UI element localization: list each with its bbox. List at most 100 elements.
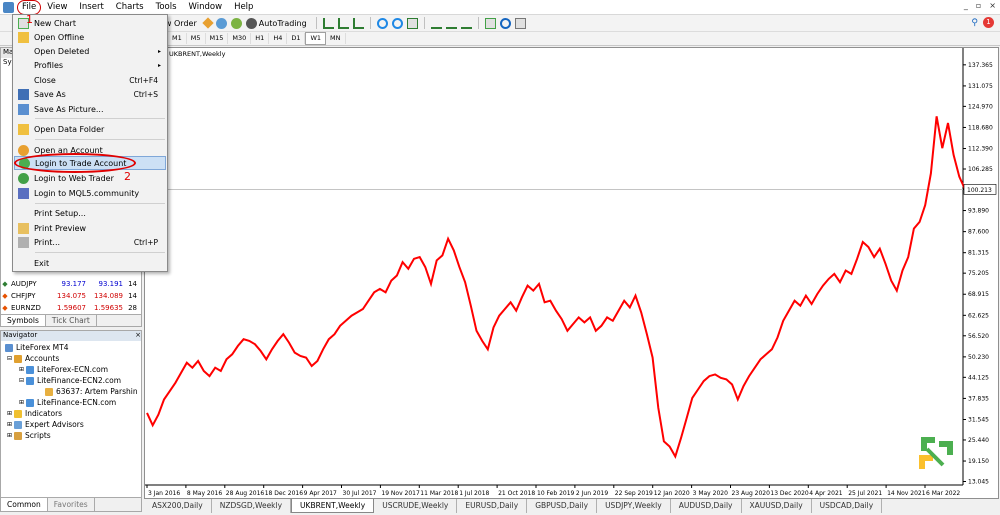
menu-label: Login to MQL5.community [34,188,140,198]
web-icon [18,172,29,184]
navigator-icon[interactable] [215,17,227,29]
zoom-out-icon[interactable] [391,17,403,29]
menu-print-preview[interactable]: Print Preview [14,221,166,235]
nav-node-server[interactable]: ⊞ LiteFinance-ECN.com [19,398,116,407]
nav-node-label: LiteForex MT4 [16,343,69,352]
line-chart-icon[interactable] [352,17,364,29]
chart-tab[interactable]: USDCAD,Daily [812,499,883,513]
menu-shortcut: Ctrl+S [133,89,158,99]
nav-node-server[interactable]: ⊟ LiteFinance-ECN2.com [19,376,121,385]
globe-icon[interactable] [230,17,242,29]
nav-node-scripts[interactable]: ⊞ Scripts [7,431,51,440]
close-icon[interactable]: × [989,1,996,10]
menu-label: Login to Web Trader [34,173,114,183]
current-price-text: 100.213 [967,187,992,194]
menu-login-mql5[interactable]: Login to MQL5.community [14,186,166,200]
market-watch-row[interactable]: ◆ CHFJPY 134.075 134.089 14 [1,290,141,301]
tab-symbols[interactable]: Symbols [1,315,46,326]
timeframe-m1[interactable]: M1 [168,33,187,44]
menu-charts[interactable]: Charts [110,1,150,14]
chart-tab[interactable]: GBPUSD,Daily [527,499,598,513]
timeframe-mn[interactable]: MN [326,33,346,44]
x-tick-label: 3 May 2020 [693,490,728,497]
menu-new-chart[interactable]: New Chart [14,16,166,30]
nav-node-experts[interactable]: ⊞ Expert Advisors [7,420,84,429]
chart-tab-active[interactable]: UKBRENT,Weekly [291,499,375,513]
menu-profiles[interactable]: Profiles ▸ [14,58,166,72]
chart-tab[interactable]: USCRUDE,Weekly [374,499,458,513]
menu-save-as-picture[interactable]: Save As Picture... [14,102,166,116]
expand-icon[interactable]: ⊞ [7,432,12,439]
search-icon[interactable]: ⚲ [971,18,978,28]
timeframe-d1[interactable]: D1 [287,33,306,44]
notification-icon[interactable]: 1 [983,17,994,28]
chart-shift-end-icon[interactable] [460,18,472,29]
chart-tab[interactable]: XAUUSD,Daily [742,499,812,513]
menu-close[interactable]: Close Ctrl+F4 [14,73,166,87]
collapse-icon[interactable]: ⊟ [7,355,12,362]
chart-tab[interactable]: USDJPY,Weekly [597,499,671,513]
menu-tools[interactable]: Tools [150,1,183,14]
expand-icon[interactable]: ⊞ [7,421,12,428]
nav-node-indicators[interactable]: ⊞ Indicators [7,409,62,418]
menu-print[interactable]: Print... Ctrl+P [14,235,166,249]
indicators-icon[interactable] [484,17,496,29]
minimize-icon[interactable]: _ [964,1,968,10]
y-tick-label: 75.205 [968,270,989,277]
expand-icon[interactable]: ⊞ [19,366,24,373]
autotrading-icon[interactable] [245,17,257,29]
nav-node-account[interactable]: 63637: Artem Parshin [45,387,138,396]
candlestick-icon[interactable] [337,17,349,29]
chart-tab[interactable]: NZDSGD,Weekly [212,499,292,513]
menu-label: Save As Picture... [34,104,104,114]
x-tick-label: 4 Apr 2021 [809,490,842,497]
tab-common[interactable]: Common [1,498,48,511]
nav-node-accounts[interactable]: ⊟ Accounts [7,354,59,363]
timeframe-m15[interactable]: M15 [206,33,229,44]
menu-save-as[interactable]: Save As Ctrl+S [14,87,166,101]
y-tick-label: 25.440 [968,437,989,444]
timeframe-h4[interactable]: H4 [269,33,288,44]
timeframe-h1[interactable]: H1 [251,33,270,44]
menu-open-data-folder[interactable]: Open Data Folder [14,122,166,136]
tile-windows-icon[interactable] [406,17,418,29]
autotrading-button[interactable]: AutoTrading [259,19,307,28]
chart-tab[interactable]: AUDUSD,Daily [671,499,742,513]
expand-icon[interactable]: ⊞ [19,399,24,406]
tab-favorites[interactable]: Favorites [48,498,95,511]
close-icon[interactable]: × [135,331,141,341]
price-chart[interactable]: 137.365 131.075 124.970 118.680 112.390 106.2… [145,48,999,499]
bar-chart-icon[interactable] [322,17,334,29]
menu-window[interactable]: Window [183,1,229,14]
expand-icon[interactable]: ⊞ [7,410,12,417]
market-watch-row[interactable]: ◆ EURNZD 1.59607 1.59635 28 [1,302,141,313]
metaeditor-icon[interactable] [202,17,214,29]
autoscroll-icon[interactable] [430,18,442,29]
tab-tick-chart[interactable]: Tick Chart [46,315,97,326]
zoom-in-icon[interactable] [376,17,388,29]
menu-open-offline[interactable]: Open Offline [14,30,166,44]
periods-icon[interactable] [499,17,511,29]
restore-icon[interactable]: ▫ [976,1,981,10]
menu-help[interactable]: Help [228,1,259,14]
timeframe-w1[interactable]: W1 [305,32,327,45]
menu-exit[interactable]: Exit [14,256,166,270]
nav-node-label: LiteFinance-ECN.com [37,398,117,407]
nav-node-broker[interactable]: LiteForex MT4 [5,343,69,352]
chart-shift-icon[interactable] [445,18,457,29]
chart-window[interactable]: UKBRENT,Weekly 137.365 131.075 124.970 118.… [144,47,999,499]
menu-insert[interactable]: Insert [73,1,109,14]
market-watch-row[interactable]: ◆ AUDJPY 93.177 93.191 14 [1,278,141,289]
menu-view[interactable]: View [41,1,73,14]
chart-tab[interactable]: EURUSD,Daily [457,499,528,513]
menu-login-web-trader[interactable]: Login to Web Trader [14,171,166,185]
collapse-icon[interactable]: ⊟ [19,377,24,384]
timeframe-m5[interactable]: M5 [187,33,206,44]
timeframe-m30[interactable]: M30 [228,33,252,44]
nav-node-server[interactable]: ⊞ LiteForex-ECN.com [19,365,108,374]
templates-icon[interactable] [514,17,526,29]
y-tick-label: 44.125 [968,374,989,381]
menu-open-deleted[interactable]: Open Deleted ▸ [14,44,166,58]
menu-print-setup[interactable]: Print Setup... [14,206,166,220]
chart-tab[interactable]: ASX200,Daily [144,499,212,513]
